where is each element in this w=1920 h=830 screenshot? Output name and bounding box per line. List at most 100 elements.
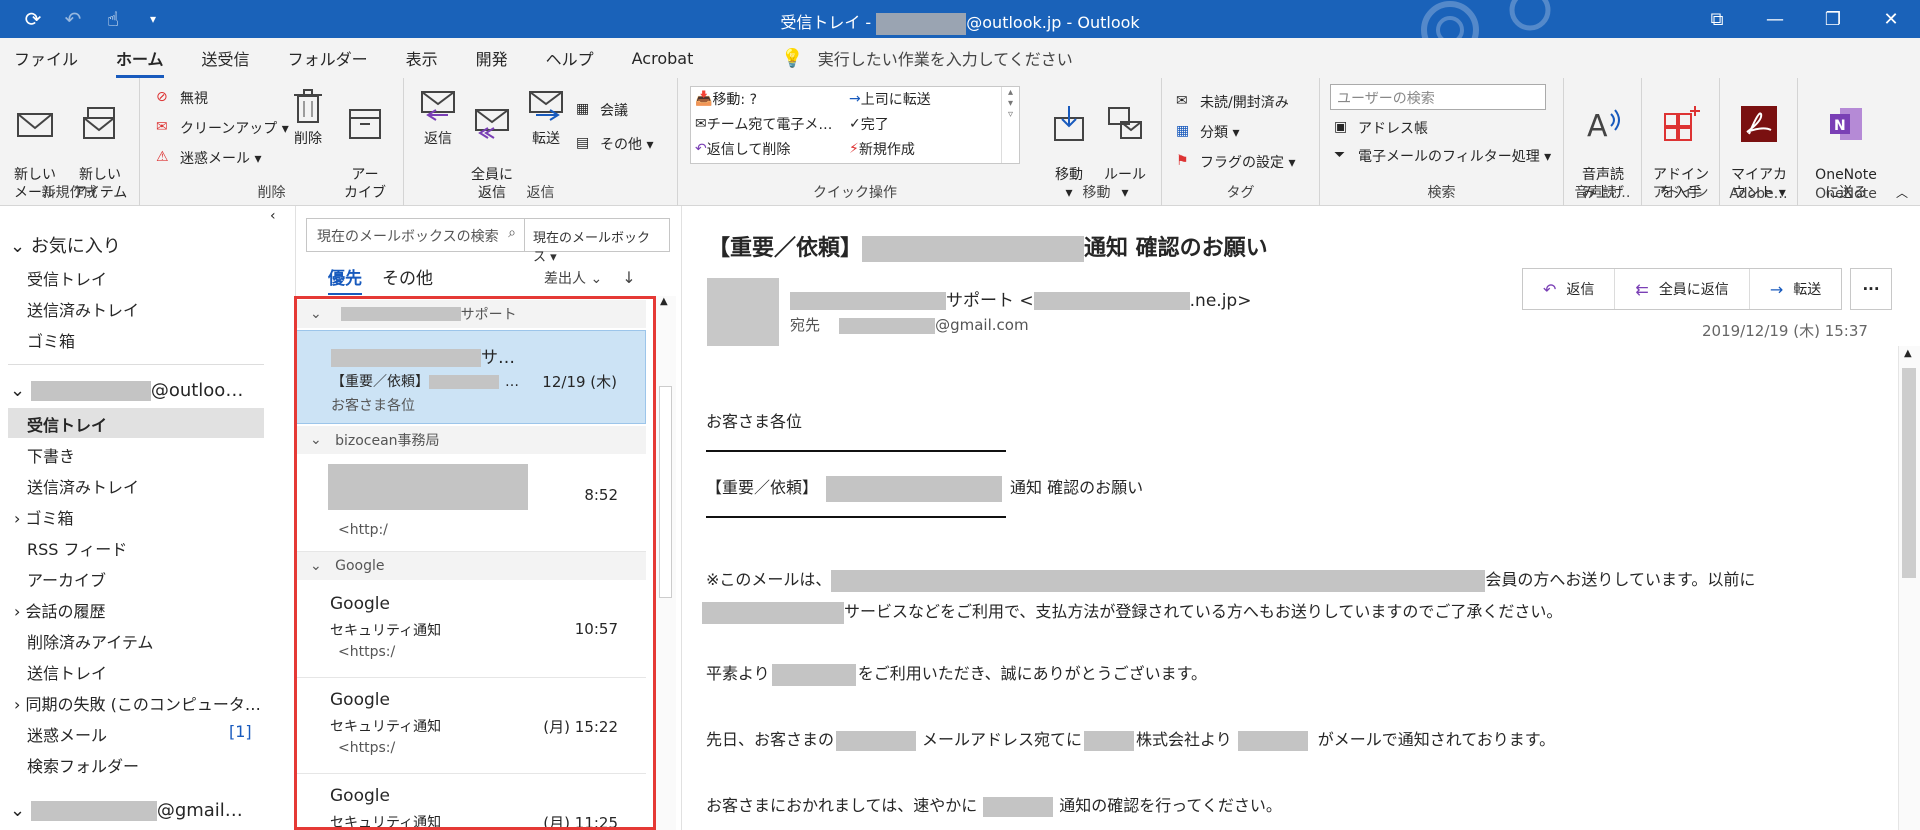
unread-read-button[interactable]: ✉ 未読/開封済み xyxy=(1176,92,1289,112)
qs-to-manager[interactable]: → 上司に転送 xyxy=(849,89,931,109)
reply-all-button[interactable]: ⇇ 全員に返信 xyxy=(1615,269,1750,309)
folder-junk[interactable]: 迷惑メール [1] xyxy=(27,722,257,746)
collapse-ribbon-icon[interactable]: ︿ xyxy=(1896,184,1908,201)
qs-done[interactable]: ✓ 完了 xyxy=(849,114,889,134)
qs-move[interactable]: 📥 移動: ? xyxy=(695,89,757,109)
menu-file[interactable]: ファイル xyxy=(14,46,78,70)
qs-reply-delete-label: 返信して削除 xyxy=(706,142,791,158)
my-account-button[interactable]: マイアカ ウント ▾ xyxy=(1726,86,1792,202)
menu-send-receive[interactable]: 送受信 xyxy=(202,46,250,70)
forward-button[interactable]: → 転送 xyxy=(1750,269,1841,309)
more-actions-button[interactable]: ··· xyxy=(1850,268,1892,310)
scroll-thumb[interactable] xyxy=(1902,368,1916,578)
reading-pane-scrollbar[interactable]: ▲ xyxy=(1898,346,1920,830)
addins-icon xyxy=(1664,106,1700,141)
email-from[interactable]: サポート < .ne.jp> xyxy=(790,286,1251,311)
fav-sent[interactable]: 送信済みトレイ xyxy=(27,297,139,321)
menu-view[interactable]: 表示 xyxy=(406,46,438,70)
reply-button[interactable]: 返信 xyxy=(416,86,460,148)
junk-button[interactable]: ⚠ 迷惑メール ▾ xyxy=(156,148,261,168)
forward-button[interactable]: 転送 xyxy=(524,86,568,148)
message-preview: <https:/ xyxy=(338,644,396,660)
search-scope-dropdown[interactable]: 現在のメールボックス ▾ xyxy=(525,219,669,265)
list-item[interactable]: Google セキュリティ通知 (月) 15:22 <https:/ xyxy=(296,678,646,774)
svg-text:A: A xyxy=(1587,109,1608,144)
message-list-scrollbar[interactable]: ▲ xyxy=(654,296,676,830)
folder-search[interactable]: 検索フォルダー xyxy=(27,753,139,777)
qs-team-email[interactable]: ✉ チーム宛て電子メ… xyxy=(695,114,832,134)
sender-suffix: サ… xyxy=(481,348,515,368)
sort-by-dropdown[interactable]: 差出人 ⌄ ↓ xyxy=(544,268,636,288)
folder-drafts[interactable]: 下書き xyxy=(27,443,75,467)
reply-icon: ↶ xyxy=(1543,279,1557,299)
search-scope-label: 現在のメールボックス xyxy=(533,231,651,265)
group-header-bizocean[interactable]: ⌄ bizocean事務局 xyxy=(296,426,646,454)
filter-mail-button[interactable]: ⏷ 電子メールのフィルター処理 ▾ xyxy=(1334,146,1551,166)
tab-other[interactable]: その他 xyxy=(382,264,433,289)
group-addins-label: アドイン xyxy=(1652,185,1709,201)
p3-c: 株式会社より xyxy=(1136,730,1232,749)
meeting-button[interactable]: ▦ 会議 xyxy=(576,100,628,120)
menu-home[interactable]: ホーム xyxy=(116,46,164,78)
menu-developer[interactable]: 開発 xyxy=(476,46,508,70)
folder-outbox[interactable]: 送信トレイ xyxy=(27,660,107,684)
qs-create-new[interactable]: ⚡ 新規作成 xyxy=(849,139,915,159)
tab-focused[interactable]: 優先 xyxy=(328,264,362,295)
folder-rss[interactable]: RSS フィード xyxy=(27,536,127,560)
menu-acrobat[interactable]: Acrobat xyxy=(632,49,694,68)
body-title-prefix: 【重要／依頼】 xyxy=(706,478,819,497)
search-input[interactable]: 現在のメールボックスの検索 ⌕ xyxy=(307,219,525,251)
reply-button[interactable]: ↶ 返信 xyxy=(1523,269,1616,309)
user-search-input[interactable]: ユーザーの検索 xyxy=(1330,84,1546,110)
group-header-google[interactable]: ⌄ Google xyxy=(296,552,646,580)
tell-me-box[interactable]: 💡 実行したい作業を入力してください xyxy=(781,46,1072,70)
close-icon[interactable]: ✕ xyxy=(1862,0,1920,38)
delete-button[interactable]: 削除 xyxy=(288,86,328,148)
send-onenote-button[interactable]: N OneNote に送る xyxy=(1806,86,1886,202)
address-book-label: アドレス帳 xyxy=(1358,121,1428,137)
cleanup-button[interactable]: ✉ クリーンアップ ▾ xyxy=(156,118,289,138)
scroll-up-icon[interactable]: ▲ xyxy=(660,296,668,307)
follow-up-button[interactable]: ⚑ フラグの設定 ▾ xyxy=(1176,152,1295,172)
folder-inbox[interactable]: 受信トレイ xyxy=(27,412,107,436)
message-time: 10:57 xyxy=(574,620,618,638)
sort-direction-icon[interactable]: ↓ xyxy=(622,268,635,287)
email-subject: 【重要／依頼】 通知 確認のお願い xyxy=(708,230,1268,262)
categorize-button[interactable]: ▦ 分類 ▾ xyxy=(1176,122,1239,142)
ignore-button[interactable]: ⊘ 無視 xyxy=(156,88,208,108)
list-item[interactable]: 8:52 <http:/ xyxy=(296,456,646,552)
folder-conversation-history[interactable]: › 会話の履歴 xyxy=(14,598,106,622)
scroll-up-icon[interactable]: ▲ xyxy=(1904,348,1912,359)
quick-steps-scrollbar[interactable]: ▴ ▾ ▿ xyxy=(1001,87,1019,163)
folder-sent[interactable]: 送信済みトレイ xyxy=(27,474,139,498)
meeting-label: 会議 xyxy=(600,103,628,119)
fav-inbox[interactable]: 受信トレイ xyxy=(27,266,107,290)
folder-trash[interactable]: › ゴミ箱 xyxy=(14,505,74,529)
unread-read-label: 未読/開封済み xyxy=(1200,95,1289,111)
respond-more-button[interactable]: ▤ その他 ▾ xyxy=(576,134,653,154)
address-book-button[interactable]: ▣ アドレス帳 xyxy=(1334,118,1428,138)
group-header-support[interactable]: ⌄ サポート xyxy=(296,300,646,328)
restore-icon[interactable]: ❐ xyxy=(1804,0,1862,38)
list-item[interactable]: Google セキュリティ通知 (月) 11:25 xyxy=(296,774,646,830)
fav-trash[interactable]: ゴミ箱 xyxy=(27,328,75,352)
collapse-folder-pane-icon[interactable]: ‹ xyxy=(270,208,276,224)
folder-deleted[interactable]: 削除済みアイテム xyxy=(27,629,153,653)
qs-reply-delete[interactable]: ↶ 返信して削除 xyxy=(695,139,790,159)
scroll-thumb[interactable] xyxy=(659,386,672,598)
folder-sync-issues[interactable]: › 同期の失敗 (このコンピュータ… xyxy=(14,691,261,715)
p3-a: 先日、お客さまの xyxy=(706,730,835,749)
account1-header[interactable]: ⌄ @outloo… xyxy=(10,380,243,401)
folder-archive[interactable]: アーカイブ xyxy=(27,567,106,591)
menu-help[interactable]: ヘルプ xyxy=(546,46,594,70)
message-subject: 【重要／依頼】… xyxy=(331,371,519,391)
menu-folder[interactable]: フォルダー xyxy=(288,46,368,70)
list-item[interactable]: Google セキュリティ通知 10:57 <https:/ xyxy=(296,582,646,678)
account2-header[interactable]: ⌄ @gmail… xyxy=(10,800,243,821)
group-onenote: N OneNote に送る OneNote xyxy=(1798,78,1894,206)
avatar[interactable] xyxy=(707,278,779,346)
minimize-icon[interactable]: — xyxy=(1746,0,1804,38)
favorites-header[interactable]: ⌄ お気に入り xyxy=(10,232,121,258)
list-item[interactable]: サ… 【重要／依頼】 … 12/19 (木) お客さま各位 xyxy=(296,330,646,424)
ribbon-display-icon[interactable]: ⧉ xyxy=(1688,0,1746,38)
